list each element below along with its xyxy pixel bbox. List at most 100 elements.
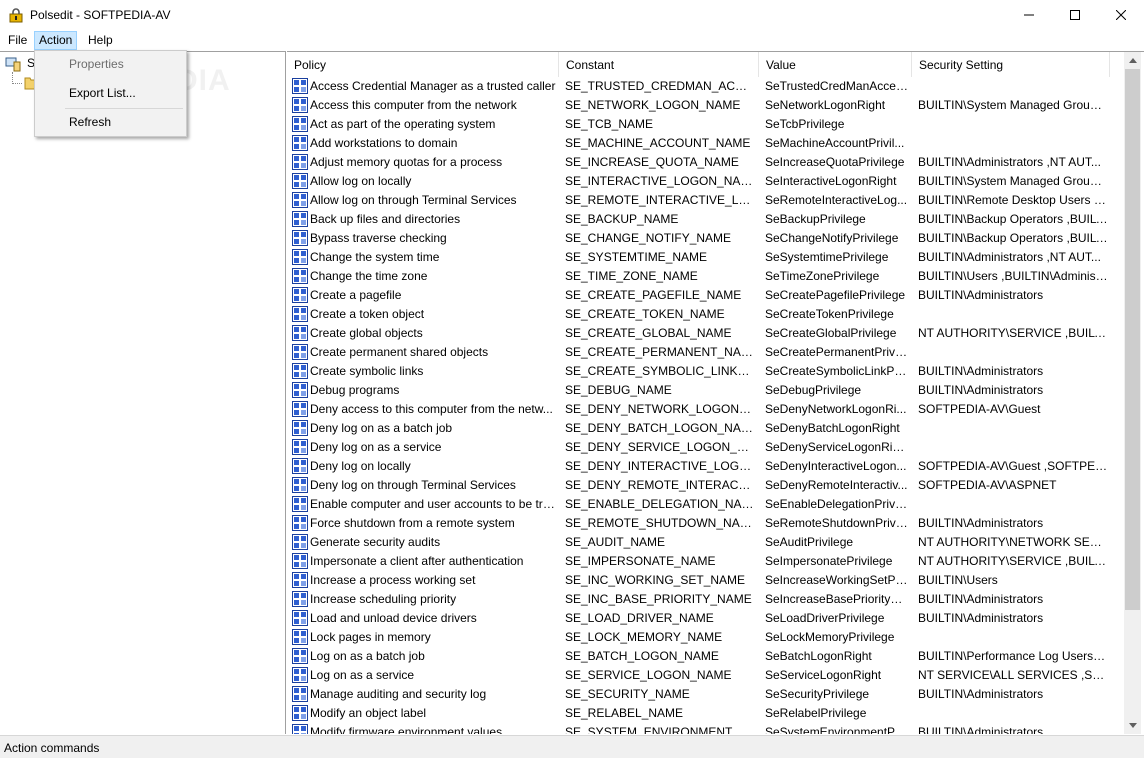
table-row[interactable]: Increase scheduling priority SE_INC_BASE_…	[287, 590, 1125, 609]
table-row[interactable]: Deny log on locally SE_DENY_INTERACTIVE_L…	[287, 457, 1125, 476]
table-row[interactable]: Impersonate a client after authenticatio…	[287, 552, 1125, 571]
cell-constant: SE_IMPERSONATE_NAME	[565, 554, 716, 568]
table-row[interactable]: Load and unload device drivers SE_LOAD_DR…	[287, 609, 1125, 628]
table-row[interactable]: Deny log on as a batch job SE_DENY_BATCH_…	[287, 419, 1125, 438]
table-row[interactable]: Generate security audits SE_AUDIT_NAME SeA…	[287, 533, 1125, 552]
cell-security: BUILTIN\Performance Log Users ,...	[918, 649, 1108, 663]
cell-policy: Increase a process working set	[310, 573, 476, 587]
maximize-button[interactable]	[1052, 0, 1098, 30]
policy-icon	[292, 344, 308, 360]
menu-item-refresh[interactable]: Refresh	[36, 111, 186, 133]
cell-policy: Lock pages in memory	[310, 630, 431, 644]
policy-icon	[292, 211, 308, 227]
table-row[interactable]: Access this computer from the network SE_…	[287, 96, 1125, 115]
cell-value: SeLockMemoryPrivilege	[765, 630, 895, 644]
cell-value: SeCreatePagefilePrivilege	[765, 288, 906, 302]
table-row[interactable]: Create a token object SE_CREATE_TOKEN_NAM…	[287, 305, 1125, 324]
table-row[interactable]: Debug programs SE_DEBUG_NAME SeDebugPrivil…	[287, 381, 1125, 400]
table-row[interactable]: Force shutdown from a remote system SE_RE…	[287, 514, 1125, 533]
cell-value: SeRemoteShutdownPrivi...	[765, 516, 908, 530]
table-row[interactable]: Deny log on through Terminal Services SE_…	[287, 476, 1125, 495]
cell-constant: SE_TRUSTED_CREDMAN_ACCESS...	[565, 79, 755, 93]
cell-constant: SE_INCREASE_QUOTA_NAME	[565, 155, 739, 169]
table-row[interactable]: Create a pagefile SE_CREATE_PAGEFILE_NAME…	[287, 286, 1125, 305]
cell-policy: Enable computer and user accounts to be …	[310, 497, 556, 511]
menu-item-export-list[interactable]: Export List...	[36, 82, 186, 104]
table-row[interactable]: Enable computer and user accounts to be …	[287, 495, 1125, 514]
cell-security: BUILTIN\Administrators	[918, 611, 1044, 625]
table-row[interactable]: Change the system time SE_SYSTEMTIME_NAME…	[287, 248, 1125, 267]
table-row[interactable]: Allow log on locally SE_INTERACTIVE_LOGON…	[287, 172, 1125, 191]
table-row[interactable]: Act as part of the operating system SE_TC…	[287, 115, 1125, 134]
cell-security	[918, 77, 1108, 96]
policy-icon	[292, 591, 308, 607]
table-row[interactable]: Access Credential Manager as a trusted c…	[287, 77, 1125, 96]
table-row[interactable]: Create symbolic links SE_CREATE_SYMBOLIC_…	[287, 362, 1125, 381]
cell-value: SeBatchLogonRight	[765, 649, 872, 663]
column-header-security[interactable]: Security Setting	[912, 52, 1110, 77]
table-row[interactable]: Change the time zone SE_TIME_ZONE_NAME SeT…	[287, 267, 1125, 286]
table-row[interactable]: Create permanent shared objects SE_CREATE…	[287, 343, 1125, 362]
cell-constant: SE_DENY_SERVICE_LOGON_NAME	[565, 440, 755, 454]
cell-policy: Modify an object label	[310, 706, 427, 720]
scroll-up-button[interactable]	[1124, 52, 1141, 69]
minimize-button[interactable]	[1006, 0, 1052, 30]
computer-icon[interactable]	[5, 56, 21, 72]
table-row[interactable]: Deny log on as a service SE_DENY_SERVICE_…	[287, 438, 1125, 457]
table-row[interactable]: Deny access to this computer from the ne…	[287, 400, 1125, 419]
table-row[interactable]: Log on as a service SE_SERVICE_LOGON_NAME…	[287, 666, 1125, 685]
column-header-value[interactable]: Value	[759, 52, 912, 77]
cell-value: SeImpersonatePrivilege	[765, 554, 893, 568]
policy-icon	[292, 230, 308, 246]
close-button[interactable]	[1098, 0, 1144, 30]
policy-icon	[292, 154, 308, 170]
table-row[interactable]: Adjust memory quotas for a process SE_INC…	[287, 153, 1125, 172]
column-header-policy[interactable]: Policy	[287, 52, 559, 77]
table-row[interactable]: Modify an object label SE_RELABEL_NAME SeR…	[287, 704, 1125, 723]
cell-security	[918, 305, 1108, 324]
policy-icon	[292, 135, 308, 151]
cell-value: SeIncreaseQuotaPrivilege	[765, 155, 905, 169]
menu-separator	[65, 108, 183, 109]
cell-value: SeDenyBatchLogonRight	[765, 421, 900, 435]
cell-value: SeNetworkLogonRight	[765, 98, 886, 112]
cell-policy: Create a token object	[310, 307, 425, 321]
cell-value: SeCreateGlobalPrivilege	[765, 326, 897, 340]
cell-constant: SE_NETWORK_LOGON_NAME	[565, 98, 741, 112]
table-row[interactable]: Increase a process working set SE_INC_WOR…	[287, 571, 1125, 590]
table-row[interactable]: Lock pages in memory SE_LOCK_MEMORY_NAME S…	[287, 628, 1125, 647]
chevron-up-icon	[1128, 58, 1137, 63]
vertical-scrollbar[interactable]	[1124, 52, 1141, 734]
table-row[interactable]: Create global objects SE_CREATE_GLOBAL_NA…	[287, 324, 1125, 343]
menu-help[interactable]: Help	[83, 31, 118, 50]
cell-constant: SE_AUDIT_NAME	[565, 535, 666, 549]
cell-policy: Log on as a batch job	[310, 649, 425, 663]
cell-security: BUILTIN\Administrators ,NT AUT...	[918, 250, 1101, 264]
scroll-down-button[interactable]	[1124, 717, 1141, 734]
cell-policy: Increase scheduling priority	[310, 592, 457, 606]
column-header-constant[interactable]: Constant	[559, 52, 759, 77]
policy-icon	[292, 363, 308, 379]
menu-action[interactable]: Action	[34, 31, 78, 50]
cell-value: SeCreateSymbolicLinkPri...	[765, 364, 908, 378]
scroll-thumb[interactable]	[1125, 69, 1140, 610]
cell-constant: SE_INTERACTIVE_LOGON_NAME	[565, 174, 755, 188]
policy-icon	[292, 249, 308, 265]
cell-security	[918, 343, 1108, 362]
cell-constant: SE_SYSTEMTIME_NAME	[565, 250, 708, 264]
menu-file[interactable]: File	[3, 31, 32, 50]
cell-value: SeDenyServiceLogonRight	[765, 440, 908, 454]
table-row[interactable]: Back up files and directories SE_BACKUP_N…	[287, 210, 1125, 229]
table-row[interactable]: Manage auditing and security log SE_SECUR…	[287, 685, 1125, 704]
table-row[interactable]: Bypass traverse checking SE_CHANGE_NOTIFY…	[287, 229, 1125, 248]
policy-icon	[292, 173, 308, 189]
table-row[interactable]: Allow log on through Terminal Services SE…	[287, 191, 1125, 210]
cell-constant: SE_TIME_ZONE_NAME	[565, 269, 698, 283]
table-row[interactable]: Log on as a batch job SE_BATCH_LOGON_NAME…	[287, 647, 1125, 666]
cell-policy: Force shutdown from a remote system	[310, 516, 515, 530]
menu-item-properties[interactable]: Properties	[36, 53, 186, 75]
cell-security: BUILTIN\System Managed Group ...	[918, 174, 1108, 188]
table-row[interactable]: Add workstations to domain SE_MACHINE_ACC…	[287, 134, 1125, 153]
table-row[interactable]: Modify firmware environment values SE_SYS…	[287, 723, 1125, 734]
cell-value: SeIncreaseWorkingSetPri...	[765, 573, 908, 587]
